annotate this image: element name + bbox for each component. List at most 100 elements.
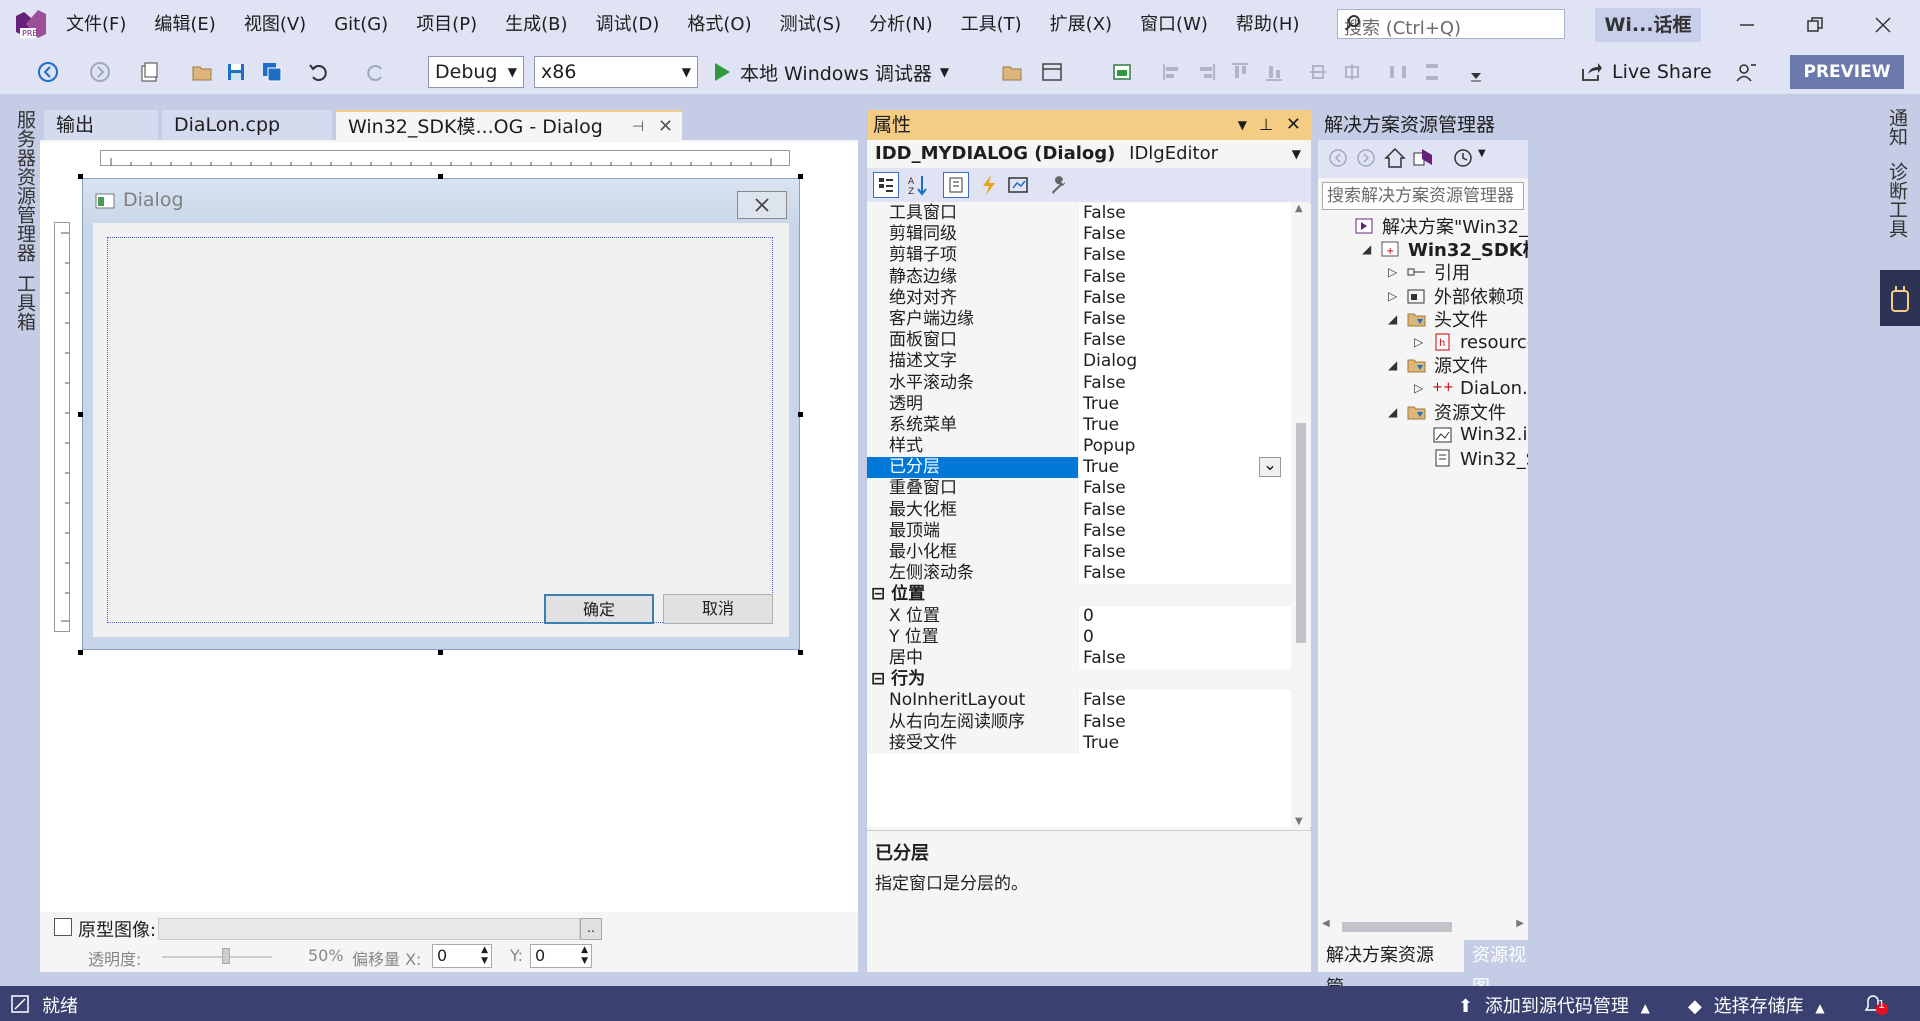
extension-badge-icon[interactable] [1880, 270, 1920, 326]
prototype-image-checkbox[interactable] [54, 918, 72, 936]
scroll-left-icon[interactable]: ◀ [1322, 918, 1330, 929]
menu-item[interactable]: 编辑(E) [140, 0, 229, 50]
space-across-icon[interactable] [1386, 60, 1410, 84]
tree-item[interactable]: Win32.ico [1414, 423, 1528, 447]
property-row[interactable]: 从右向左阅读顺序 False [867, 711, 1291, 733]
minimize-icon[interactable] [1732, 10, 1762, 40]
solution-search-input[interactable]: 搜索解决方案资源管理器 [1322, 182, 1524, 210]
tree-item[interactable]: ▷ h resource.h [1414, 330, 1528, 354]
property-value[interactable]: False [1079, 647, 1291, 670]
folder-browse-icon[interactable] [1000, 60, 1024, 84]
resize-handle[interactable] [78, 174, 83, 179]
restore-icon[interactable] [1800, 10, 1830, 40]
pending-changes-filter-icon[interactable] [1452, 147, 1474, 174]
property-row[interactable]: 最小化框 False [867, 542, 1291, 564]
feedback-icon[interactable] [1734, 60, 1758, 84]
menu-item[interactable]: 测试(S) [766, 0, 855, 50]
menu-item[interactable]: 帮助(H) [1222, 0, 1314, 50]
property-value[interactable]: False [1079, 372, 1291, 394]
cancel-button[interactable]: 取消 [663, 594, 773, 624]
scrollbar-thumb[interactable] [1342, 922, 1452, 932]
property-value[interactable]: False [1079, 542, 1291, 564]
back-icon[interactable] [1328, 148, 1348, 173]
menu-item[interactable]: 扩展(X) [1036, 0, 1126, 50]
property-category[interactable]: ⊟ 行为 [867, 669, 1291, 691]
expander-icon[interactable]: ▷ [1414, 381, 1432, 395]
property-value[interactable]: True [1079, 414, 1291, 437]
menu-item[interactable]: 生成(B) [491, 0, 581, 50]
properties-view-icon[interactable] [943, 172, 969, 198]
tree-item[interactable]: ▷++ DiaLon.cpp [1414, 376, 1528, 400]
property-row[interactable]: 左侧滚动条 False [867, 563, 1291, 585]
forward-icon[interactable] [1356, 148, 1376, 173]
offset-x-input[interactable]: 0 ▲ ▼ [432, 944, 492, 968]
property-value[interactable]: False [1079, 563, 1291, 585]
expander-icon[interactable]: ▷ [1414, 335, 1432, 349]
property-row[interactable]: 接受文件 True [867, 732, 1291, 754]
expander-icon[interactable]: ◢ [1388, 358, 1406, 372]
property-value[interactable]: False [1079, 520, 1291, 542]
select-repository-button[interactable]: ◆ 选择存储库 ▲ [1688, 992, 1825, 1018]
toolbox-tab[interactable]: 工具箱 [12, 274, 39, 331]
tab-resource-view[interactable]: 资源视图 [1464, 940, 1528, 998]
menu-item[interactable]: 格式(O) [673, 0, 765, 50]
redo-icon[interactable] [364, 60, 388, 84]
property-row[interactable]: 居中 False [867, 647, 1291, 670]
property-value[interactable]: False [1079, 330, 1291, 352]
switch-views-icon[interactable] [1412, 147, 1434, 174]
properties-object-select[interactable]: IDD_MYDIALOG (Dialog) IDlgEditor ▼ [867, 140, 1311, 168]
close-panel-icon[interactable]: ✕ [1286, 110, 1301, 140]
tab-dialon-cpp[interactable]: DiaLon.cpp [162, 110, 332, 140]
menu-item[interactable]: 项目(P) [402, 0, 491, 50]
menu-item[interactable]: 调试(D) [582, 0, 674, 50]
property-row[interactable]: 面板窗口 False [867, 330, 1291, 352]
events-lightning-icon[interactable] [979, 174, 999, 201]
property-value[interactable]: False [1079, 499, 1291, 521]
expander-icon[interactable]: ◢ [1388, 312, 1406, 326]
forward-icon[interactable] [88, 60, 112, 84]
start-debugger-button[interactable]: 本地 Windows 调试器 ▼ [712, 56, 949, 88]
property-row[interactable]: 样式 Popup [867, 436, 1291, 458]
offset-y-input[interactable]: 0 ▲ ▼ [530, 944, 592, 968]
test-dialog-icon[interactable] [1110, 60, 1134, 84]
property-row[interactable]: 剪辑子项 False [867, 245, 1291, 267]
property-row[interactable]: Y 位置 0 [867, 626, 1291, 648]
notifications-tab[interactable]: 通知 [1884, 108, 1911, 146]
property-value[interactable]: False [1079, 478, 1291, 500]
align-bottom-icon[interactable] [1262, 60, 1286, 84]
opacity-slider-thumb[interactable] [222, 948, 230, 964]
spinner-arrows-icon[interactable]: ▲ ▼ [581, 945, 588, 967]
property-value[interactable]: True ⌄ [1079, 457, 1291, 479]
property-row[interactable]: 最大化框 False [867, 499, 1291, 521]
property-row[interactable]: 绝对对齐 False [867, 287, 1291, 309]
server-explorer-tab[interactable]: 服务器资源管理器 [12, 110, 39, 262]
collapse-icon[interactable]: ⊟ [871, 584, 891, 604]
property-value[interactable]: False [1079, 224, 1291, 246]
close-tab-icon[interactable]: ✕ [658, 112, 673, 142]
messages-icon[interactable] [1007, 174, 1029, 201]
save-icon[interactable] [224, 60, 248, 84]
dialog-window[interactable]: Dialog 确定 取消 [82, 178, 800, 650]
home-icon[interactable] [1384, 147, 1406, 174]
undo-icon[interactable] [306, 60, 330, 84]
property-value[interactable]: Popup [1079, 436, 1291, 458]
center-horizontal-icon[interactable] [1340, 60, 1364, 84]
open-file-icon[interactable] [190, 60, 214, 84]
property-value[interactable]: True [1079, 732, 1291, 754]
dialog-client-area[interactable]: 确定 取消 [93, 223, 789, 637]
scroll-up-icon[interactable]: ▲ [1295, 203, 1303, 214]
property-row[interactable]: X 位置 0 [867, 605, 1291, 627]
property-value[interactable]: False [1079, 245, 1291, 267]
search-input[interactable]: 搜索 (Ctrl+Q) [1337, 9, 1565, 39]
expander-icon[interactable]: ◢ [1362, 242, 1380, 256]
property-row[interactable]: 水平滚动条 False [867, 372, 1291, 394]
categorized-icon[interactable] [873, 172, 899, 198]
align-top-icon[interactable] [1228, 60, 1252, 84]
solution-tree[interactable]: 解决方案"Win32_SDK模态◢+Win32_SDK模态对话▷引用▷外部依赖项… [1318, 214, 1528, 794]
property-row[interactable]: 最顶端 False [867, 520, 1291, 542]
ok-button[interactable]: 确定 [544, 594, 654, 624]
tree-item[interactable]: ◢ 源文件 [1388, 353, 1488, 377]
property-row[interactable]: 重叠窗口 False [867, 478, 1291, 500]
visual-studio-logo-icon[interactable]: PRE [14, 8, 48, 40]
menu-item[interactable]: 视图(V) [230, 0, 320, 50]
